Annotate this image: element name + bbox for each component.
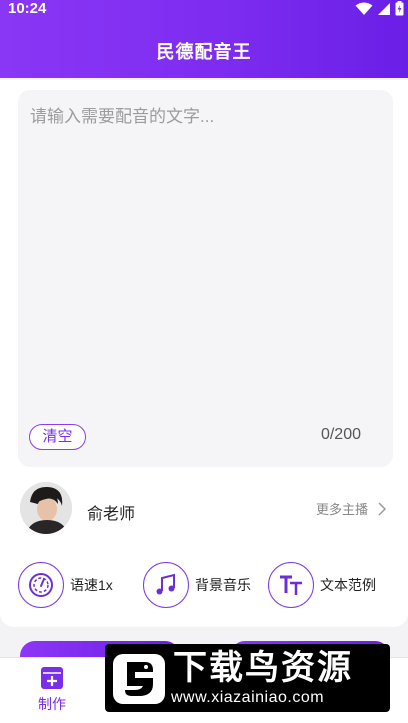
bird-logo-icon xyxy=(113,654,165,704)
text-sample-option[interactable]: 文本范例 xyxy=(268,562,376,608)
clear-button[interactable]: 清空 xyxy=(29,424,86,450)
wifi-icon xyxy=(355,2,373,15)
bgm-label: 背景音乐 xyxy=(195,577,251,593)
page-title: 民德配音王 xyxy=(156,42,252,62)
watermark-url: www.xiazainiao.com xyxy=(171,689,325,706)
signal-icon xyxy=(378,2,390,15)
tab-create[interactable]: 制作 xyxy=(17,666,87,714)
voice-selector[interactable]: 俞老师 更多主播 xyxy=(0,478,408,540)
options-row: 语速1x 背景音乐 文本范例 xyxy=(0,562,408,614)
status-icons xyxy=(355,1,404,16)
create-plus-icon xyxy=(41,667,63,689)
app-header: 10:24 民德配音王 xyxy=(0,0,408,78)
speed-label: 语速1x xyxy=(70,577,113,593)
chevron-right-icon xyxy=(378,501,386,516)
watermark-banner: 下载鸟资源 www.xiazainiao.com xyxy=(105,644,390,712)
battery-icon xyxy=(395,1,404,16)
speed-option[interactable]: 语速1x xyxy=(18,562,113,608)
watermark-title: 下载鸟资源 xyxy=(173,649,353,687)
char-count: 0/200 xyxy=(320,426,361,443)
status-bar: 10:24 xyxy=(0,0,408,18)
speed-gauge-icon xyxy=(18,562,64,608)
more-voices-label: 更多主播 xyxy=(315,502,368,517)
bgm-option[interactable]: 背景音乐 xyxy=(143,562,251,608)
text-sample-label: 文本范例 xyxy=(320,577,376,593)
music-note-icon xyxy=(143,562,189,608)
text-sample-icon xyxy=(268,562,314,608)
status-time: 10:24 xyxy=(8,0,47,17)
tab-create-label: 制作 xyxy=(38,696,66,712)
text-editor-panel: 清空 0/200 xyxy=(18,90,393,467)
avatar[interactable] xyxy=(20,482,72,534)
text-input[interactable] xyxy=(30,102,380,402)
voice-name: 俞老师 xyxy=(87,506,136,523)
more-voices-link[interactable]: 更多主播 xyxy=(316,499,386,518)
